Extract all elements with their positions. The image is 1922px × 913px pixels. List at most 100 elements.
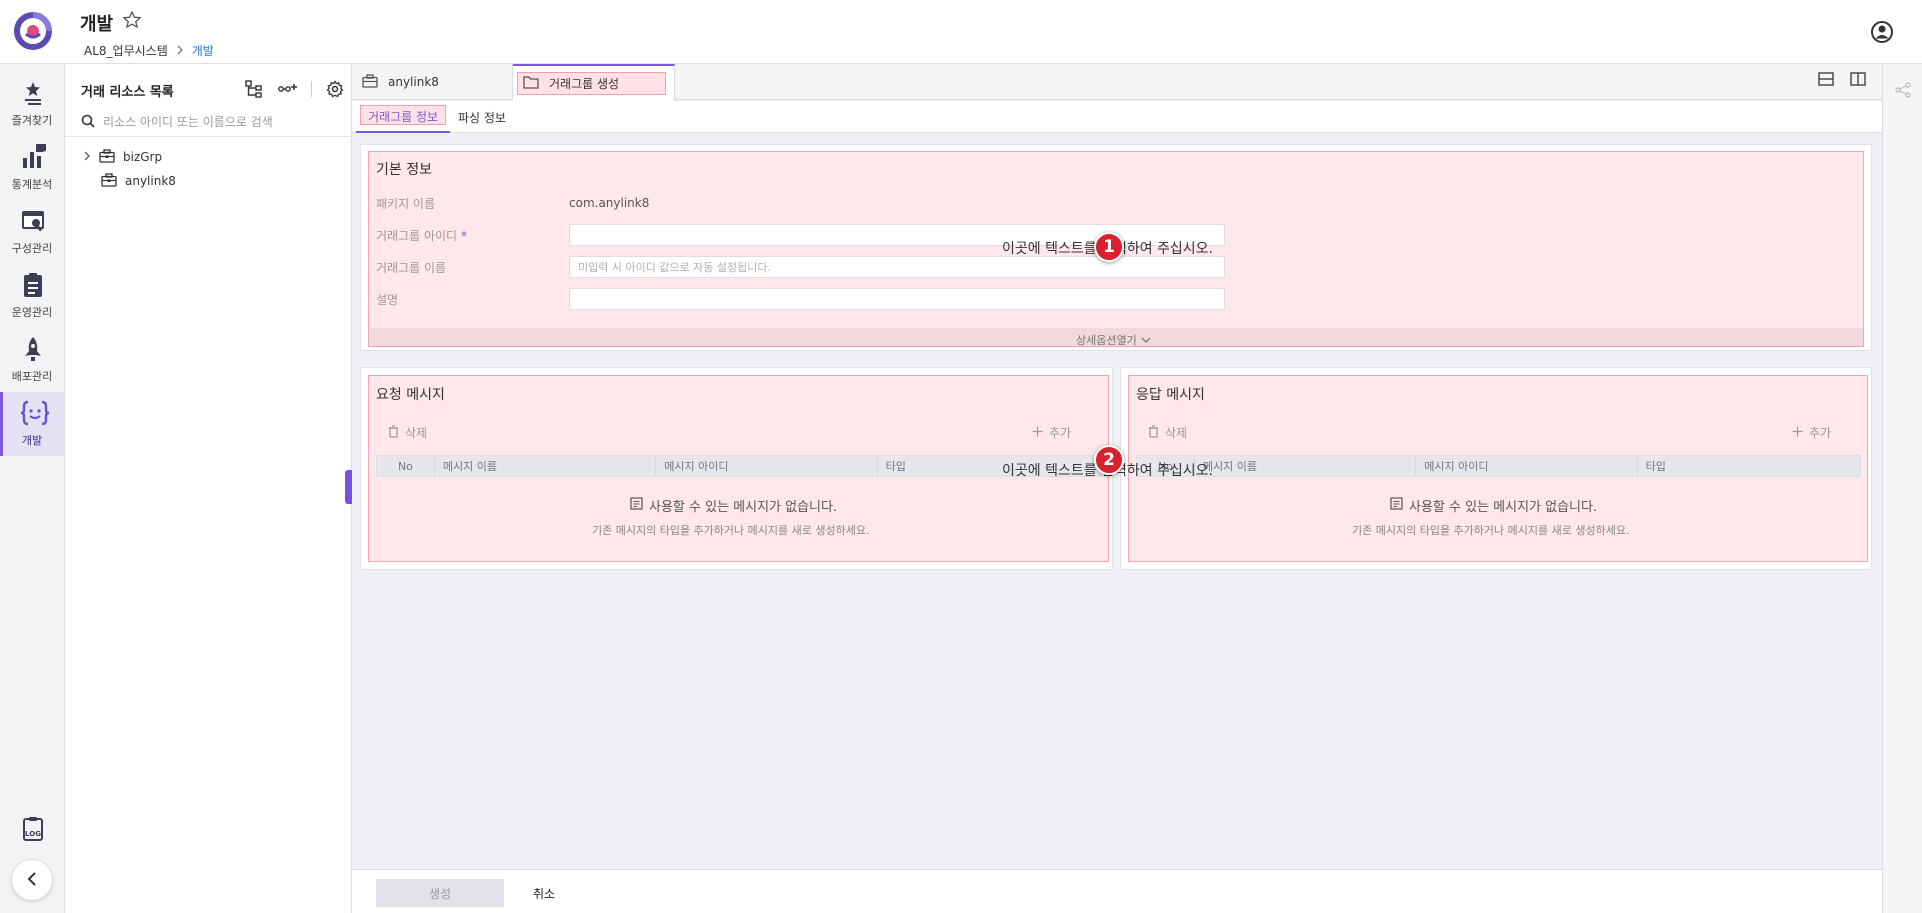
layout-toggle-group: [1818, 72, 1866, 89]
top-header: 개발 AL8_업무시스템 개발: [0, 0, 1922, 64]
nav-operation[interactable]: 운영관리: [0, 264, 64, 328]
tree-node-bizgrp[interactable]: bizGrp: [83, 147, 162, 167]
tree-node-label: bizGrp: [123, 150, 163, 164]
share-icon[interactable]: [1895, 82, 1911, 101]
request-empty-message: 사용할 수 있는 메시지가 없습니다.: [630, 496, 837, 515]
resource-tree-panel: 거래 리소스 목록 bizGrp anylink8: [65, 64, 352, 913]
column-header[interactable]: 메시지 아이디: [1416, 456, 1638, 476]
tab-create-group[interactable]: 거래그룹 생성: [513, 64, 675, 101]
column-header[interactable]: 메시지 이름: [435, 456, 657, 476]
add-label: 추가: [1809, 426, 1832, 440]
nav-development[interactable]: 개발: [0, 392, 64, 456]
svg-text:LOG: LOG: [25, 830, 41, 838]
breadcrumb-item-system[interactable]: AL8_업무시스템: [84, 42, 168, 59]
toolbar-divider: [311, 81, 312, 97]
briefcase-icon: [101, 172, 117, 190]
nav-favorites[interactable]: 즐겨찾기: [0, 72, 64, 136]
subtab-label: 거래그룹 정보: [368, 109, 439, 124]
section-title: 응답 메시지: [1136, 387, 1205, 403]
panel-resize-handle[interactable]: [345, 470, 352, 504]
column-header[interactable]: No: [377, 456, 435, 476]
subtab-group-info[interactable]: 거래그룹 정보: [356, 101, 451, 133]
settings-gear-icon[interactable]: [324, 78, 346, 100]
empty-description: 기존 메시지의 타입을 추가하거나 메시지를 새로 생성하세요.: [1352, 524, 1630, 537]
chevron-right-icon: [176, 44, 184, 58]
request-grid-header: No 메시지 이름 메시지 아이디 타입: [376, 455, 1101, 477]
nav-statistics[interactable]: 통계분석: [0, 136, 64, 200]
right-rail: [1882, 64, 1922, 913]
app-logo-icon[interactable]: [14, 12, 52, 50]
chevron-right-icon[interactable]: [83, 150, 91, 164]
description-input[interactable]: [569, 288, 1225, 310]
expand-options-label: 상세옵션열기: [1076, 334, 1137, 347]
log-icon[interactable]: LOG: [20, 816, 46, 842]
empty-title: 사용할 수 있는 메시지가 없습니다.: [1409, 500, 1598, 515]
tab-anylink8[interactable]: anylink8: [352, 64, 513, 100]
folder-icon: [523, 75, 539, 92]
create-button[interactable]: 생성: [376, 879, 504, 907]
tree-toolbar: [243, 78, 346, 100]
column-header[interactable]: 메시지 이름: [1195, 456, 1417, 476]
response-empty-message: 사용할 수 있는 메시지가 없습니다.: [1390, 496, 1597, 515]
code-braces-icon: [20, 400, 50, 426]
page-title: 개발: [80, 14, 114, 35]
tree-node-anylink8[interactable]: anylink8: [101, 171, 176, 191]
add-label: 추가: [1049, 426, 1072, 440]
package-name-value: com.anylink8: [569, 196, 650, 210]
breadcrumb-item-current[interactable]: 개발: [192, 42, 214, 59]
document-icon: [1390, 497, 1403, 514]
chevron-left-icon: [26, 871, 38, 890]
split-vertical-icon[interactable]: [1850, 72, 1866, 89]
split-horizontal-icon[interactable]: [1818, 72, 1834, 89]
nav-label: 배포관리: [11, 370, 53, 383]
tree-search: [81, 110, 336, 134]
group-id-label: 거래그룹 아이디 *: [376, 227, 467, 244]
annotation-badge: 2: [1094, 445, 1124, 475]
tree-node-label: anylink8: [125, 174, 176, 188]
description-label: 설명: [376, 293, 399, 307]
document-icon: [630, 497, 643, 514]
chart-icon: [20, 140, 48, 170]
user-account-icon[interactable]: [1870, 20, 1894, 44]
group-name-input[interactable]: [569, 256, 1225, 278]
cancel-button[interactable]: 취소: [514, 879, 574, 907]
plus-icon: [1032, 426, 1043, 440]
group-id-label-text: 거래그룹 아이디: [376, 229, 458, 243]
column-header[interactable]: 타입: [1638, 456, 1860, 476]
section-title: 요청 메시지: [376, 387, 445, 403]
column-header[interactable]: 메시지 아이디: [656, 456, 878, 476]
nav-label: 통계분석: [11, 178, 53, 191]
request-add-button[interactable]: 추가: [1032, 424, 1071, 441]
nav-label: 개발: [21, 434, 43, 447]
response-grid-header: No 메시지 이름 메시지 아이디 타입: [1136, 455, 1861, 477]
tab-label: anylink8: [388, 75, 439, 89]
search-icon: [81, 114, 95, 131]
request-delete-button[interactable]: 삭제: [388, 424, 427, 441]
add-node-icon[interactable]: [277, 78, 299, 100]
resource-search-input[interactable]: [103, 115, 323, 129]
plus-icon: [1792, 426, 1803, 440]
tab-label: 거래그룹 생성: [549, 77, 620, 91]
briefcase-icon: [99, 148, 115, 166]
tree-structure-icon[interactable]: [243, 78, 265, 100]
subtab-parsing-info[interactable]: 파싱 정보: [446, 101, 518, 133]
nav-label: 구성관리: [11, 242, 53, 255]
expand-options-button[interactable]: 상세옵션열기: [1076, 332, 1151, 348]
trash-icon: [388, 424, 399, 441]
package-name-label: 패키지 이름: [376, 197, 436, 211]
delete-label: 삭제: [405, 426, 428, 440]
required-mark: *: [460, 229, 467, 243]
response-add-button[interactable]: 추가: [1792, 424, 1831, 441]
delete-label: 삭제: [1165, 426, 1188, 440]
chevron-down-icon: [1141, 334, 1151, 347]
nav-config[interactable]: 구성관리: [0, 200, 64, 264]
response-delete-button[interactable]: 삭제: [1148, 424, 1187, 441]
action-footer: 생성 취소: [352, 869, 1882, 913]
tree-title: 거래 리소스 목록: [81, 85, 174, 100]
annotation-badge: 1: [1094, 232, 1124, 262]
nav-deploy[interactable]: 배포관리: [0, 328, 64, 392]
group-name-label: 거래그룹 이름: [376, 261, 447, 275]
breadcrumb: AL8_업무시스템 개발: [84, 42, 214, 59]
favorite-star-icon[interactable]: [122, 10, 142, 30]
collapse-nav-button[interactable]: [12, 860, 52, 900]
